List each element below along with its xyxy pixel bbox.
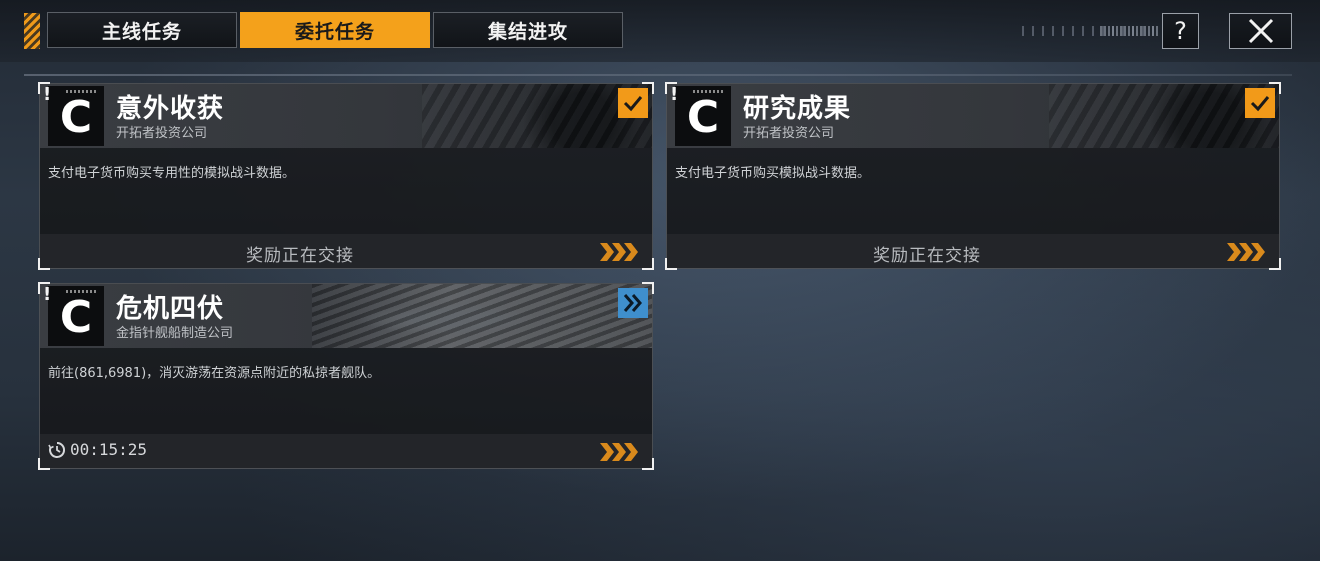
rank-badge: C (48, 86, 104, 146)
reward-status: 奖励正在交接 (873, 246, 981, 266)
question-icon: ? (1174, 17, 1187, 45)
tab-main-quests[interactable]: 主线任务 (47, 12, 237, 48)
card-header: C ! 意外收获 开拓者投资公司 (40, 84, 652, 148)
mission-company: 开拓者投资公司 (743, 126, 835, 141)
mission-title: 意外收获 (116, 94, 225, 124)
rank-letter: C (686, 92, 720, 143)
alert-mark: ! (670, 84, 679, 105)
card-header: C ! 危机四伏 金指针舰船制造公司 (40, 284, 652, 348)
mission-description: 支付电子货币购买专用性的模拟战斗数据。 (48, 166, 296, 181)
mission-company: 金指针舰船制造公司 (116, 326, 234, 341)
rank-letter: C (59, 292, 93, 343)
alert-mark: ! (43, 84, 52, 105)
tab-label: 委托任务 (294, 20, 375, 43)
triple-chevron-icon (600, 443, 638, 461)
rank-badge: C (675, 86, 731, 146)
go-badge[interactable] (618, 288, 648, 318)
card-footer: 奖励正在交接 (667, 234, 1279, 268)
completed-badge (618, 88, 648, 118)
alert-mark: ! (43, 284, 52, 305)
checkmark-icon (623, 96, 643, 112)
help-button[interactable]: ? (1162, 13, 1199, 49)
topbar-accent-stripe (24, 13, 40, 49)
mission-card-research-results[interactable]: C ! 研究成果 开拓者投资公司 支付电子货币购买模拟战斗数据。 奖励正在交接 (665, 82, 1281, 270)
tab-label: 主线任务 (101, 20, 182, 43)
card-footer: 奖励正在交接 (40, 234, 652, 268)
mission-title: 研究成果 (743, 94, 852, 124)
double-chevron-icon (623, 294, 642, 312)
close-icon (1248, 18, 1273, 44)
mission-timer: 00:15:25 (48, 440, 147, 459)
completed-badge (1245, 88, 1275, 118)
mission-description: 前往(861,6981)，消灭游荡在资源点附近的私掠者舰队。 (48, 366, 381, 381)
reward-status: 奖励正在交接 (246, 246, 354, 266)
rank-letter: C (59, 92, 93, 143)
triple-chevron-icon (600, 243, 638, 261)
rank-badge: C (48, 286, 104, 346)
background-decoration (1294, 200, 1320, 430)
mission-description: 支付电子货币购买模拟战斗数据。 (675, 166, 871, 181)
mission-company: 开拓者投资公司 (116, 126, 208, 141)
mission-card-danger-lurking[interactable]: C ! 危机四伏 金指针舰船制造公司 前往(861,6981)，消灭游荡在资源点… (38, 282, 654, 470)
tab-commission-quests[interactable]: 委托任务 (240, 12, 430, 48)
card-footer: 00:15:25 (40, 434, 652, 468)
card-header-art (312, 284, 652, 348)
header-divider (24, 74, 1292, 76)
close-button[interactable] (1229, 13, 1292, 49)
mission-title: 危机四伏 (116, 294, 225, 324)
card-header: C ! 研究成果 开拓者投资公司 (667, 84, 1279, 148)
tab-rally-attack[interactable]: 集结进攻 (433, 12, 623, 48)
triple-chevron-icon (1227, 243, 1265, 261)
decorative-ticks (1100, 26, 1158, 36)
top-bar: 主线任务 委托任务 集结进攻 ? (0, 0, 1320, 62)
checkmark-icon (1250, 96, 1270, 112)
clock-icon (48, 441, 66, 458)
tab-label: 集结进攻 (487, 20, 568, 43)
timer-value: 00:15:25 (70, 440, 148, 459)
mission-card-unexpected-harvest[interactable]: C ! 意外收获 开拓者投资公司 支付电子货币购买专用性的模拟战斗数据。 奖励正… (38, 82, 654, 270)
